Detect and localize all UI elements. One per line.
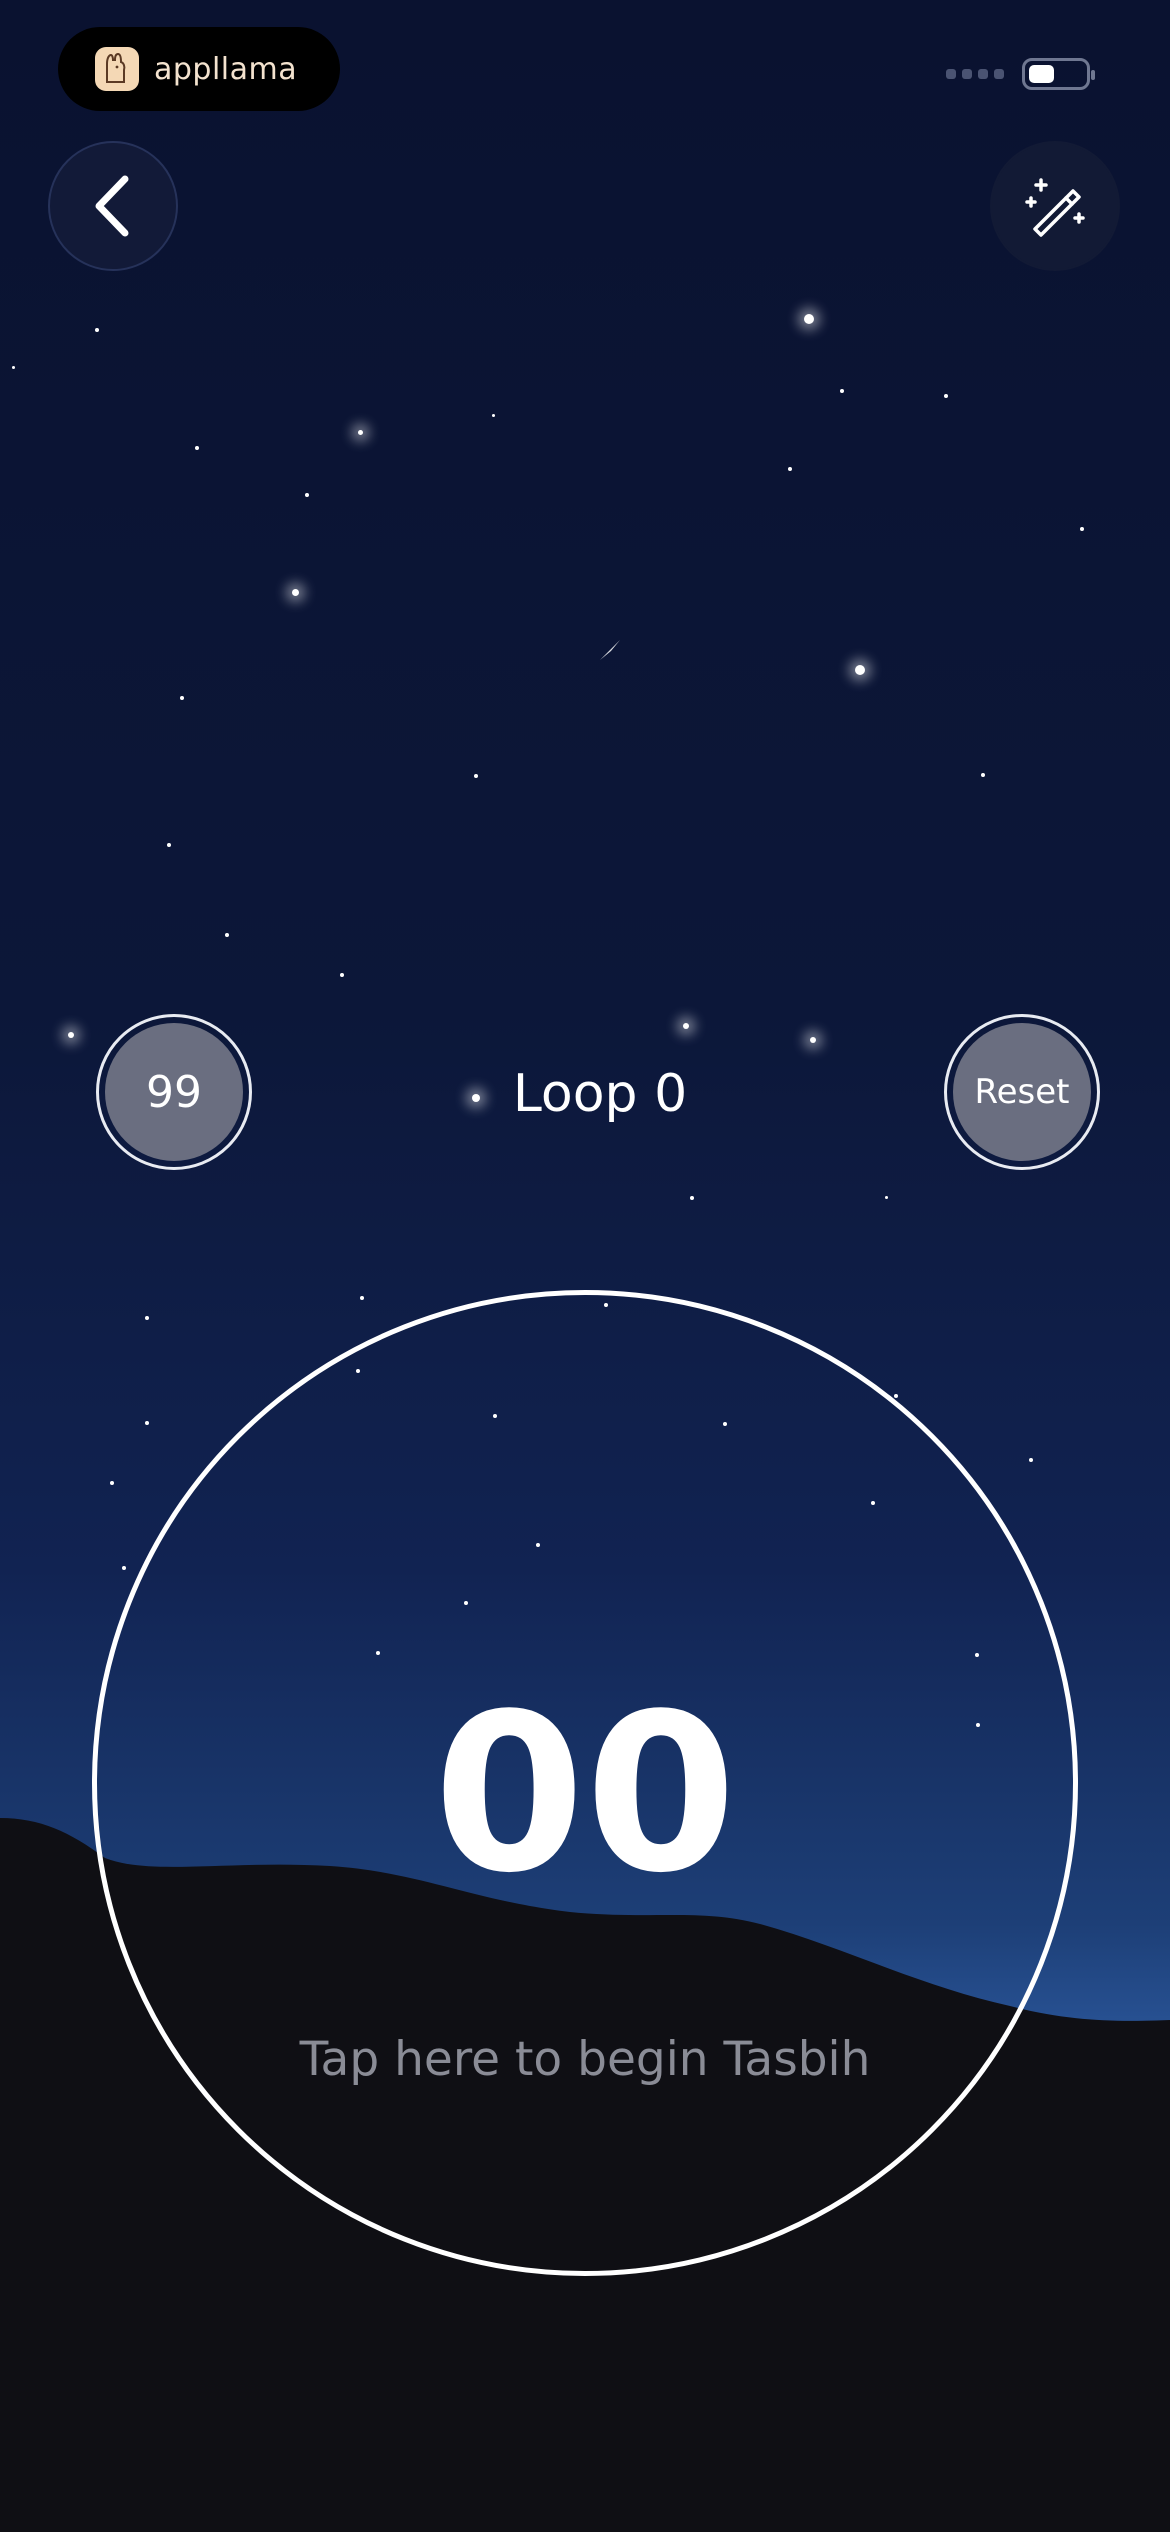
reset-button[interactable]: Reset xyxy=(944,1014,1100,1170)
target-count-label: 99 xyxy=(105,1023,243,1161)
tasbih-tap-area[interactable]: 00 Tap here to begin Tasbih xyxy=(92,1290,1078,2276)
tasbih-screen: appllama 99 Loop 0 Reset 00 Tap here to … xyxy=(0,0,1170,2532)
signal-icon xyxy=(946,69,1004,79)
magic-wand-icon xyxy=(1025,178,1085,237)
reset-button-label: Reset xyxy=(953,1023,1091,1161)
tap-hint-text: Tap here to begin Tasbih xyxy=(299,2032,871,2087)
back-button[interactable] xyxy=(48,141,178,271)
brand-pill: appllama xyxy=(58,27,340,111)
llama-logo-icon xyxy=(95,47,139,91)
target-count-button[interactable]: 99 xyxy=(96,1014,252,1170)
chevron-left-icon xyxy=(95,175,129,237)
battery-icon xyxy=(1022,58,1095,90)
magic-wand-button[interactable] xyxy=(990,141,1120,271)
brand-text: appllama xyxy=(154,51,298,87)
tasbih-count-value: 00 xyxy=(433,1668,737,1921)
loop-counter-label: Loop 0 xyxy=(512,1064,688,1124)
status-indicators xyxy=(946,58,1095,90)
battery-level xyxy=(1029,65,1054,83)
